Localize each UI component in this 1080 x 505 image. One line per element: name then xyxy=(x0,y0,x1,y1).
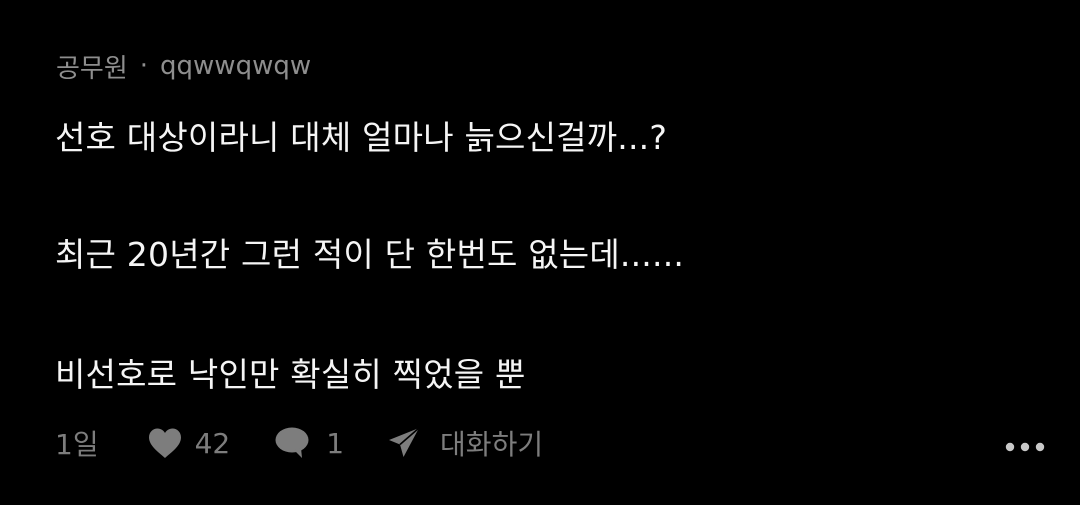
comment-card: 공무원 · qqwwqwqw 선호 대상이라니 대체 얼마나 늙으신걸까...?… xyxy=(0,0,1080,505)
chat-button[interactable]: 대화하기 xyxy=(388,423,543,463)
timestamp-label: 1일 xyxy=(55,428,99,461)
comment-header: 공무원 · qqwwqwqw xyxy=(56,46,311,86)
reply-count: 1 xyxy=(326,426,345,460)
comment-actions: 1일 42 1 대화하기 xyxy=(55,420,1045,466)
timestamp: 1일 xyxy=(55,423,99,463)
comment-text-line: 선호 대상이라니 대체 얼마나 늙으신걸까...? xyxy=(55,118,668,157)
heart-icon xyxy=(147,427,183,459)
speech-bubble-icon xyxy=(274,426,310,460)
comment-text-line: 최근 20년간 그런 적이 단 한번도 없는데...... xyxy=(55,235,685,274)
reply-button[interactable]: 1 xyxy=(274,426,344,460)
comment-text-line: 비선호로 낙인만 확실히 찍었을 뿐 xyxy=(55,355,526,394)
username[interactable]: qqwwqwqw xyxy=(160,51,311,81)
author-name[interactable]: 공무원 xyxy=(56,48,128,85)
more-options-button[interactable] xyxy=(1005,420,1045,466)
paper-plane-icon xyxy=(388,427,420,459)
like-count: 42 xyxy=(194,426,231,460)
more-dots-icon xyxy=(1005,427,1045,460)
separator-dot: · xyxy=(139,51,149,81)
chat-label: 대화하기 xyxy=(440,428,544,461)
like-button[interactable]: 42 xyxy=(147,426,231,460)
